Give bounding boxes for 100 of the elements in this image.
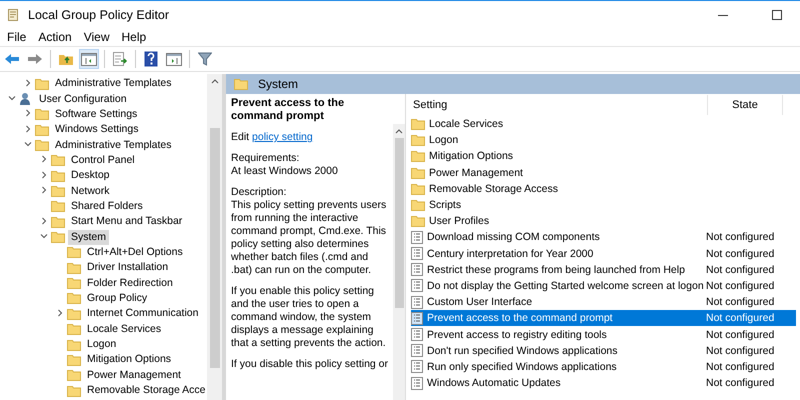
user-icon — [19, 92, 33, 106]
description-label: Description: — [231, 186, 288, 199]
policy-row[interactable]: Prevent access to registry editing tools Not configured — [411, 326, 796, 343]
tree-item[interactable]: Folder Redirection — [84, 276, 176, 291]
setting-name: Custom User Interface — [427, 296, 532, 308]
state-cell-text: Not configured — [705, 312, 774, 324]
folder-icon — [67, 292, 81, 304]
folder-icon — [411, 150, 425, 162]
folder-icon — [51, 170, 65, 182]
scrollbar[interactable] — [207, 74, 222, 400]
policy-icon — [411, 230, 423, 244]
folder-icon — [67, 354, 81, 366]
tree-item[interactable]: Logon — [84, 337, 120, 352]
policy-row[interactable]: Custom User Interface Not configured — [411, 294, 796, 310]
state-cell-text: Not configured — [705, 328, 774, 341]
setting-name: Century interpretation for Year 2000 — [427, 248, 594, 260]
policy-row[interactable]: Windows Automatic Updates Not configured — [411, 375, 796, 392]
chevron-right-icon[interactable] — [24, 78, 32, 87]
state-cell-text: Not configured — [705, 248, 774, 260]
description-paragraph: If you disable this policy setting or — [231, 358, 389, 371]
chevron-right-icon[interactable] — [40, 216, 48, 225]
tree-item[interactable]: Ctrl+Alt+Del Options — [84, 244, 186, 260]
tree-item[interactable]: Administrative Templates — [52, 138, 175, 153]
folder-icon — [67, 384, 81, 397]
tree-item[interactable]: User Configuration — [36, 92, 130, 107]
tree-item[interactable]: Locale Services — [84, 322, 164, 337]
state-cell-text: Not configured — [705, 231, 774, 244]
setting-name: User Profiles — [429, 215, 490, 228]
tree-item[interactable]: Power Management — [84, 368, 184, 383]
policy-row[interactable]: Download missing COM components Not configured — [411, 229, 796, 246]
menu-item[interactable]: Help — [116, 30, 152, 44]
requirements-label: Requirements: — [231, 152, 300, 165]
policy-icon — [411, 328, 423, 342]
tree-item[interactable]: Removable Storage Acce — [84, 383, 207, 398]
policy-row[interactable]: Scripts — [411, 196, 796, 214]
setting-name: Windows Automatic Updates — [427, 377, 561, 390]
maximize-icon — [772, 10, 782, 20]
setting-name: Mitigation Options — [429, 150, 514, 162]
tree-item[interactable]: Windows Settings — [52, 122, 142, 138]
description-paragraph: This policy setting prevents users from running the interactive command prompt, Cmd.exe. This policy setting also determines whether batch files (.cmd and .bat) can run on the computer. — [231, 199, 388, 277]
forward-arrow-icon[interactable] — [27, 53, 43, 65]
tree-item[interactable]: Network — [68, 184, 113, 199]
folder-icon — [411, 199, 425, 212]
tree-item[interactable]: Internet Communication — [84, 306, 202, 322]
state-cell-text: Not configured — [705, 377, 774, 390]
state-cell-text: Not configured — [705, 344, 774, 357]
folder-icon — [67, 323, 81, 336]
requirements-value: At least Windows 2000 — [231, 165, 339, 178]
state-cell-text: Not configured — [705, 360, 774, 373]
menu-item[interactable]: File — [1, 30, 32, 44]
policy-row[interactable]: Do not display the Getting Started welcome screen at logon Not configured — [411, 278, 796, 294]
scrollbar[interactable] — [393, 124, 405, 400]
column-header[interactable]: Setting — [406, 95, 708, 115]
tree-item[interactable]: Administrative Templates — [52, 76, 175, 92]
menu-item[interactable]: Action — [32, 30, 78, 44]
policy-icon — [411, 344, 423, 358]
menu-item[interactable]: View — [78, 30, 116, 44]
tree-item[interactable]: Shared Folders — [68, 198, 146, 214]
tree-pane-icon[interactable] — [81, 52, 97, 66]
tree-item[interactable]: System — [68, 230, 110, 245]
tree-item[interactable]: Group Policy — [84, 290, 150, 306]
policy-row[interactable]: Logon — [411, 132, 796, 148]
policy-row[interactable]: Prevent access to the command prompt Not configured — [411, 310, 796, 326]
policy-row[interactable]: Century interpretation for Year 2000 Not configured — [411, 246, 796, 262]
chevron-down-icon[interactable] — [40, 232, 48, 240]
tree-item[interactable]: Software Settings — [52, 106, 140, 122]
setting-name: Run only specified Windows applications — [427, 360, 617, 373]
policy-icon — [411, 312, 423, 325]
policy-row[interactable]: Restrict these programs from being launched from Help Not configured — [411, 262, 796, 278]
back-arrow-icon[interactable] — [4, 53, 20, 65]
folder-icon — [67, 338, 81, 351]
policy-row[interactable]: Mitigation Options — [411, 148, 796, 165]
setting-name: Don't run specified Windows applications — [427, 344, 618, 357]
policy-icon — [411, 263, 423, 276]
folder-icon — [411, 118, 425, 130]
policy-row[interactable]: User Profiles — [411, 213, 796, 230]
toolbar-button[interactable] — [79, 49, 99, 69]
folder-icon — [51, 154, 65, 166]
column-header[interactable]: State — [708, 95, 783, 115]
policy-row[interactable]: Don't run specified Windows applications Not configured — [411, 342, 796, 359]
tree-item[interactable]: Desktop — [68, 168, 113, 184]
policy-row[interactable]: Removable Storage Access — [411, 180, 796, 197]
chevron-down-icon[interactable] — [8, 94, 16, 102]
tree-item[interactable]: Start Menu and Taskbar — [68, 214, 186, 230]
folder-icon — [67, 369, 81, 382]
section-title: System — [258, 77, 298, 91]
policy-setting-link[interactable]: policy setting — [252, 131, 313, 143]
action-pane-icon[interactable] — [166, 52, 182, 66]
policy-row[interactable]: Run only specified Windows applications Not configured — [411, 358, 796, 375]
policy-row[interactable]: Power Management — [411, 164, 796, 181]
chevron-right-icon[interactable] — [56, 308, 64, 317]
tree-item[interactable]: Driver Installation — [84, 260, 172, 276]
policy-row[interactable]: Locale Services — [411, 116, 796, 132]
policy-icon — [411, 279, 423, 292]
chevron-down-icon[interactable] — [24, 140, 32, 148]
tree-item[interactable]: Control Panel — [68, 152, 138, 168]
setting-name: Do not display the Getting Started welcome screen at logon — [427, 280, 704, 292]
folder-icon — [234, 78, 248, 90]
setting-name: Prevent access to registry editing tools — [427, 328, 607, 341]
tree-item[interactable]: Mitigation Options — [84, 352, 174, 368]
